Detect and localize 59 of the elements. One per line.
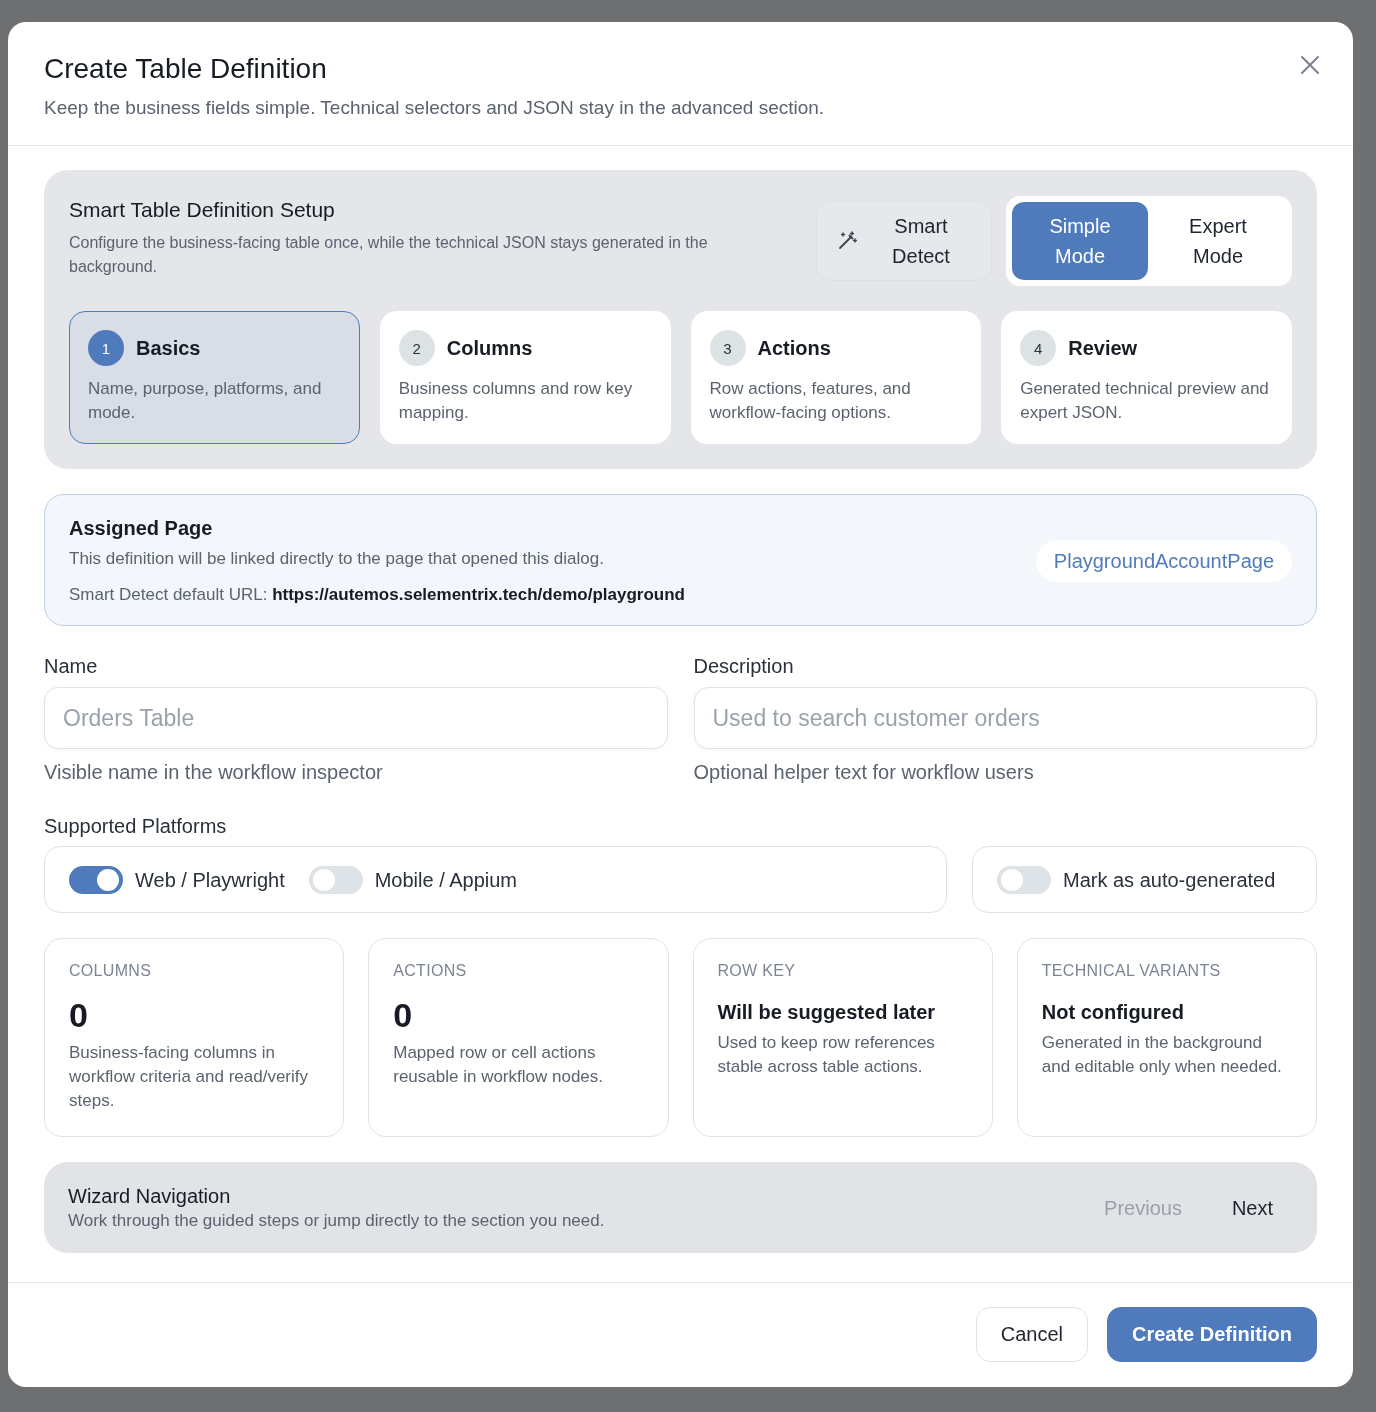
stat-label: TECHNICAL VARIANTS (1041, 961, 1222, 981)
stat-label: COLUMNS (69, 961, 153, 981)
default-url-text: Smart Detect default URL: https://autemos.selementrix.tech/demo/playground (69, 584, 685, 606)
stat-description: Business-facing columns in workflow criteria and read/verify steps. (69, 1042, 310, 1112)
stat-value: 0 (69, 995, 89, 1035)
cancel-button[interactable]: Cancel (975, 1307, 1088, 1362)
field-label: Supported Platforms (44, 814, 228, 838)
step-card[interactable]: 3 Actions Row actions, features, and workflow-facing options. (690, 311, 982, 444)
step-title: Review (1068, 336, 1138, 360)
step-card[interactable]: 1 Basics Name, purpose, platforms, and mode. (69, 311, 360, 444)
step-number: 2 (398, 330, 435, 366)
step-number: 3 (709, 330, 746, 366)
page-badge: PlaygroundAccountPage (1035, 540, 1292, 582)
step-title: Basics (136, 336, 201, 360)
step-description: Name, purpose, platforms, and mode. (88, 378, 323, 424)
mode-tab[interactable]: Simple Mode (1012, 202, 1148, 280)
create-button[interactable]: Create Definition (1106, 1307, 1317, 1362)
input-field[interactable]: Orders Table (44, 687, 668, 749)
setup-title: Smart Table Definition Setup (69, 197, 336, 223)
step-card[interactable]: 2 Columns Business columns and row key mapping. (379, 311, 671, 444)
toggle-label: Web / Playwright (135, 867, 285, 893)
close-icon[interactable] (1300, 55, 1320, 75)
magic-wand-icon (837, 231, 857, 251)
stat-label: ROW KEY (717, 961, 797, 981)
toggle-switch[interactable] (69, 865, 123, 894)
stat-value: Not configured (1041, 1000, 1185, 1025)
field-label: Description (693, 654, 795, 678)
wizard-description: Work through the guided steps or jump directly to the section you need. (68, 1209, 605, 1232)
help-text: Visible name in the workflow inspector (44, 760, 384, 785)
stat-description: Used to keep row references stable across table actions. (717, 1032, 936, 1078)
setup-description: Configure the business-facing table once, while the technical JSON stays generated in the background. (69, 233, 709, 277)
step-number: 1 (88, 330, 124, 366)
toggle-label: Mobile / Appium (374, 867, 517, 893)
wizard-nav-button[interactable]: Next (1211, 1189, 1293, 1228)
assigned-page-title: Assigned Page (69, 516, 214, 541)
stat-description: Generated in the background and editable only when needed. (1041, 1032, 1283, 1078)
stat-label: ACTIONS (393, 961, 468, 981)
dialog-title: Create Table Definition (44, 52, 328, 86)
stat-description: Mapped row or cell actions reusable in workflow nodes. (393, 1042, 605, 1088)
step-description: Business columns and row key mapping. (398, 378, 634, 424)
toggle-switch[interactable] (997, 865, 1051, 894)
step-card[interactable]: 4 Review Generated technical preview and expert JSON. (1001, 311, 1292, 444)
smart-detect-button[interactable]: Smart Detect (816, 201, 992, 281)
step-number: 4 (1020, 330, 1057, 366)
wizard-title: Wizard Navigation (68, 1183, 232, 1209)
input-field[interactable]: Used to search customer orders (693, 687, 1317, 749)
step-description: Generated technical preview and expert JSON. (1020, 378, 1270, 424)
toggle-label: Mark as auto-generated (1063, 867, 1276, 893)
help-text: Optional helper text for workflow users (693, 760, 1035, 785)
dialog-subtitle: Keep the business fields simple. Technical selectors and JSON stay in the advanced section. (44, 96, 825, 120)
assigned-page-description: This definition will be linked directly to the page that opened this dialog. (69, 548, 605, 570)
step-title: Columns (446, 336, 533, 360)
step-description: Row actions, features, and workflow-facing options. (709, 378, 912, 424)
toggle-switch[interactable] (308, 865, 363, 894)
stat-value: 0 (393, 995, 414, 1035)
mode-tab[interactable]: Expert Mode (1150, 202, 1286, 280)
field-label: Name (44, 654, 99, 678)
stat-value: Will be suggested later (717, 1000, 937, 1025)
step-title: Actions (757, 336, 831, 360)
